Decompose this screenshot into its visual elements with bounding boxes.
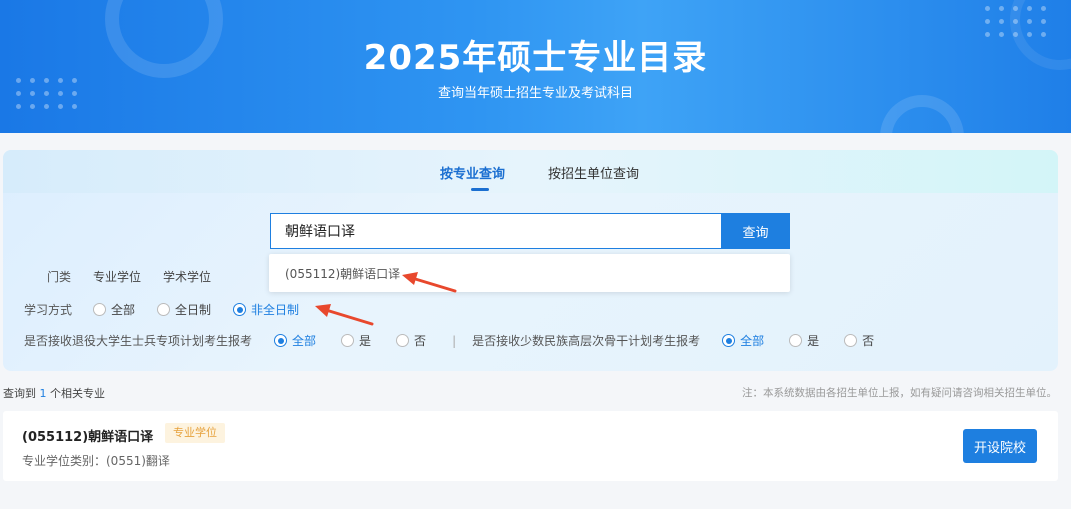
category-label: 门类 — [47, 270, 72, 284]
study-mode-label: 学习方式 — [24, 303, 73, 317]
category-filter-row: 门类 专业学位 学术学位 — [47, 268, 211, 285]
radio-icon — [93, 303, 107, 316]
minority-option-yes[interactable]: 是 — [789, 332, 819, 349]
radio-icon — [341, 334, 355, 347]
institutions-button[interactable]: 开设院校 — [963, 429, 1037, 463]
search-suggestion-dropdown: (055112)朝鲜语口译 — [269, 254, 790, 292]
page-banner: 2025年硕士专业目录 查询当年硕士招生专业及考试科目 — [0, 0, 1071, 133]
tab-bar: 按专业查询 按招生单位查询 — [3, 150, 1058, 193]
minority-option-no[interactable]: 否 — [844, 332, 874, 349]
page-subtitle: 查询当年硕士招生专业及考试科目 — [437, 86, 633, 101]
radio-icon — [396, 334, 410, 347]
option-label: 否 — [414, 334, 427, 348]
search-input[interactable] — [270, 213, 722, 249]
result-count-number: 1 — [39, 387, 47, 400]
result-count: 查询到 1 个相关专业 — [3, 385, 105, 401]
radio-icon — [789, 334, 803, 347]
radio-checked-icon — [233, 303, 247, 316]
search-panel: 按专业查询 按招生单位查询 查询 门类 专业学位 学术学位 (055112)朝鲜… — [3, 150, 1058, 371]
result-count-suffix: 个相关专业 — [50, 387, 105, 400]
divider: | — [452, 333, 457, 348]
veteran-option-yes[interactable]: 是 — [341, 332, 371, 349]
special-plan-filter-row: 是否接收退役大学生士兵专项计划考生报考 全部 是 否 | 是否接收少数民族高层次… — [24, 332, 874, 349]
active-tab-indicator — [471, 188, 489, 191]
study-mode-filter-row: 学习方式 全部 全日制 非全日制 — [24, 301, 299, 318]
result-count-prefix: 查询到 — [3, 387, 36, 400]
radio-icon — [157, 303, 171, 316]
category-option-academic[interactable]: 学术学位 — [163, 268, 211, 285]
radio-checked-icon — [274, 334, 288, 347]
result-item: (055112)朝鲜语口译 专业学位 专业学位类别：(0551)翻译 开设院校 — [3, 411, 1058, 481]
suggestion-item[interactable]: (055112)朝鲜语口译 — [285, 265, 400, 282]
option-label: 全部 — [292, 334, 317, 348]
category-option-professional[interactable]: 专业学位 — [93, 268, 141, 285]
option-label: 全部 — [111, 303, 136, 317]
tab-by-institution[interactable]: 按招生单位查询 — [548, 163, 639, 182]
option-label: 否 — [862, 334, 875, 348]
degree-type-badge: 专业学位 — [165, 423, 225, 443]
study-mode-option-fulltime[interactable]: 全日制 — [157, 301, 211, 318]
minority-option-all[interactable]: 全部 — [722, 332, 764, 349]
veteran-plan-label: 是否接收退役大学生士兵专项计划考生报考 — [24, 334, 253, 348]
major-category: 专业学位类别：(0551)翻译 — [22, 454, 170, 468]
study-mode-option-all[interactable]: 全部 — [93, 301, 135, 318]
option-label: 是 — [359, 334, 372, 348]
tab-by-major[interactable]: 按专业查询 — [440, 163, 505, 182]
option-label: 是 — [807, 334, 820, 348]
minority-plan-label: 是否接收少数民族高层次骨干计划考生报考 — [472, 334, 701, 348]
major-title: (055112)朝鲜语口译 — [22, 430, 154, 445]
option-label: 全部 — [740, 334, 765, 348]
data-source-note: 注：本系统数据由各招生单位上报，如有疑问请咨询相关招生单位。 — [742, 387, 1057, 399]
page-title: 2025年硕士专业目录 — [363, 38, 708, 78]
radio-checked-icon — [722, 334, 736, 347]
radio-icon — [844, 334, 858, 347]
option-label: 非全日制 — [251, 303, 300, 317]
veteran-option-no[interactable]: 否 — [396, 332, 426, 349]
study-mode-option-parttime[interactable]: 非全日制 — [233, 301, 299, 318]
option-label: 全日制 — [175, 303, 212, 317]
search-button[interactable]: 查询 — [721, 213, 790, 249]
veteran-option-all[interactable]: 全部 — [274, 332, 316, 349]
